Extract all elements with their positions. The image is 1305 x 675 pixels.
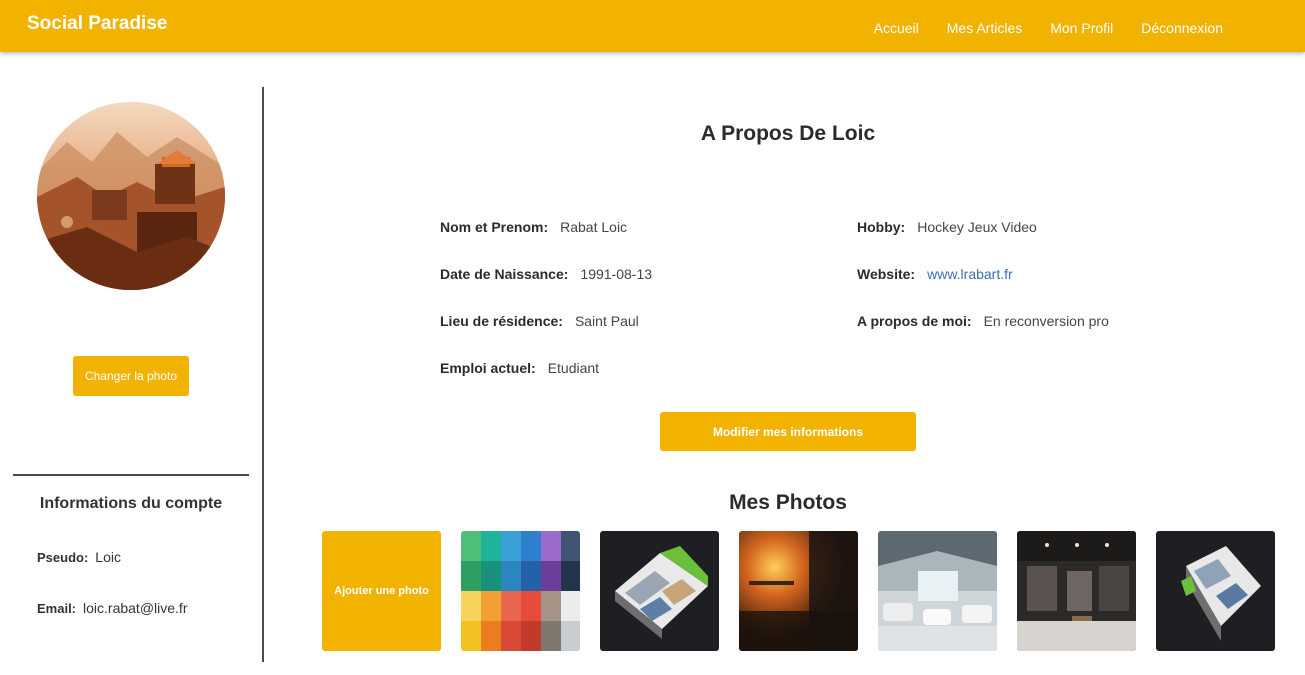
email-row: Email: loic.rabat@live.fr xyxy=(37,600,187,616)
photo-thumbnail[interactable] xyxy=(1156,531,1275,651)
email-label: Email: xyxy=(37,601,77,616)
info-value: Hockey Jeux Video xyxy=(917,219,1037,235)
info-residence: Lieu de résidence: Saint Paul xyxy=(440,313,639,329)
nav-mon-profil[interactable]: Mon Profil xyxy=(1050,20,1113,36)
about-title: A Propos De Loic xyxy=(700,122,876,145)
pseudo-row: Pseudo: Loic xyxy=(37,549,121,565)
info-value: Rabat Loic xyxy=(560,219,628,235)
info-label: Date de Naissance: xyxy=(440,266,569,282)
info-label: Emploi actuel: xyxy=(440,360,536,376)
photo-thumbnail[interactable] xyxy=(1017,531,1136,651)
photo-thumbnail[interactable] xyxy=(739,531,858,651)
info-value: 1991-08-13 xyxy=(580,266,653,282)
info-value: En reconversion pro xyxy=(983,313,1109,329)
nav-deconnexion[interactable]: Déconnexion xyxy=(1141,20,1223,36)
info-label: Lieu de résidence: xyxy=(440,313,563,329)
top-navbar: Social Paradise Accueil Mes Articles Mon… xyxy=(0,0,1305,52)
website-link[interactable]: www.lrabart.fr xyxy=(927,266,1013,282)
nav-accueil[interactable]: Accueil xyxy=(874,20,919,36)
profile-avatar xyxy=(37,102,225,290)
nav-mes-articles[interactable]: Mes Articles xyxy=(947,20,1022,36)
brand-logo[interactable]: Social Paradise xyxy=(27,13,167,35)
modify-info-button[interactable]: Modifier mes informations xyxy=(660,412,916,451)
pseudo-value: Loic xyxy=(95,549,121,565)
info-apropos: A propos de moi: En reconversion pro xyxy=(857,313,1109,329)
nav-links: Accueil Mes Articles Mon Profil Déconnex… xyxy=(874,20,1223,36)
account-info-title: Informations du compte xyxy=(39,495,223,512)
photos-title: Mes Photos xyxy=(729,491,847,514)
info-value: Saint Paul xyxy=(574,313,639,329)
info-emploi: Emploi actuel: Etudiant xyxy=(440,360,599,376)
info-label: A propos de moi: xyxy=(857,313,972,329)
info-naissance: Date de Naissance: 1991-08-13 xyxy=(440,266,652,282)
info-label: Hobby: xyxy=(857,219,906,235)
profile-sidebar: Changer la photo Informations du compte … xyxy=(0,52,263,675)
sidebar-divider xyxy=(13,474,249,476)
photo-thumbnail[interactable] xyxy=(600,531,719,651)
info-value: Etudiant xyxy=(547,360,600,376)
info-nom: Nom et Prenom: Rabat Loic xyxy=(440,219,627,235)
add-photo-button[interactable]: Ajouter une photo xyxy=(322,531,441,651)
email-value: loic.rabat@live.fr xyxy=(83,600,188,616)
info-website: Website: www.lrabart.fr xyxy=(857,266,1013,282)
info-hobby: Hobby: Hockey Jeux Video xyxy=(857,219,1037,235)
photo-thumbnail[interactable] xyxy=(878,531,997,651)
photo-thumbnail[interactable] xyxy=(461,531,580,651)
info-label: Nom et Prenom: xyxy=(440,219,549,235)
pseudo-label: Pseudo: xyxy=(37,550,89,565)
change-photo-button[interactable]: Changer la photo xyxy=(73,356,189,396)
vertical-divider xyxy=(262,87,264,662)
info-label: Website: xyxy=(857,266,916,282)
